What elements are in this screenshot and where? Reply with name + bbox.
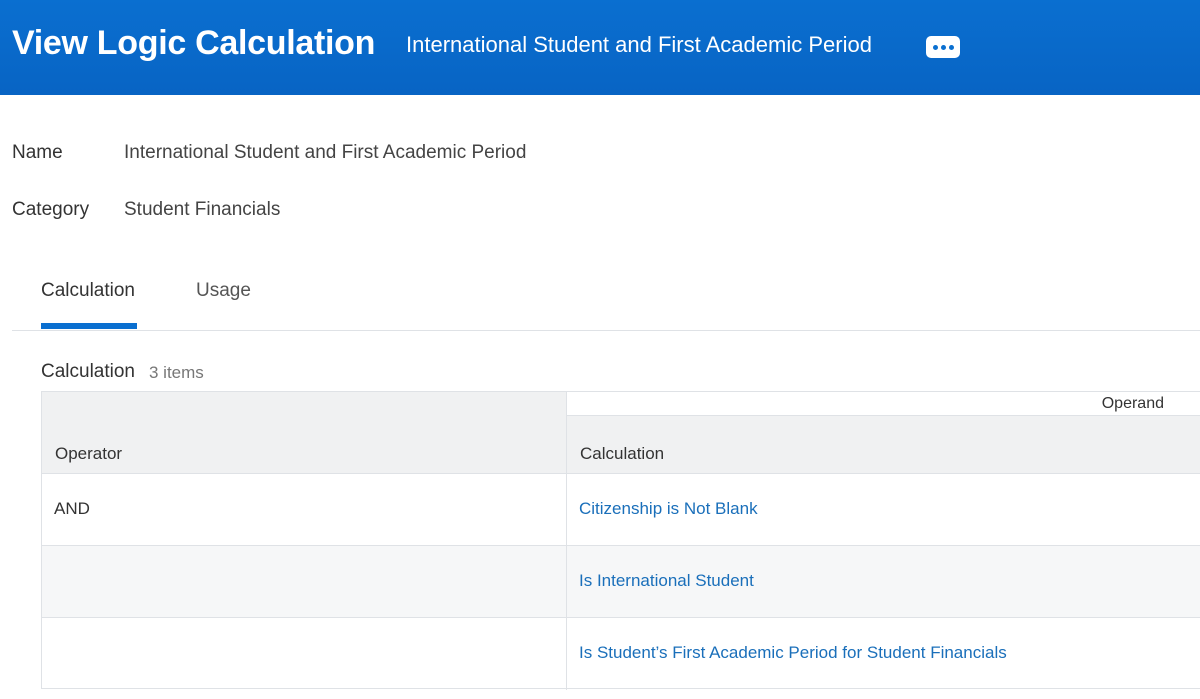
column-header-calculation-label: Calculation [580, 444, 665, 463]
operator-cell [42, 546, 567, 617]
table-row: AND Citizenship is Not Blank [42, 474, 1200, 546]
operator-cell [42, 618, 567, 690]
calculation-cell: Is Student’s First Academic Period for S… [567, 618, 1200, 690]
calculation-grid: Operator Operand Calculation AND Citizen… [41, 391, 1200, 690]
grid-item-count: 3 items [149, 363, 204, 382]
column-header-operator[interactable]: Operator [42, 392, 567, 474]
tab-usage[interactable]: Usage [196, 280, 251, 302]
tab-bar: Calculation Usage [12, 262, 1200, 331]
category-label: Category [12, 199, 90, 220]
grid-title: Calculation [41, 361, 135, 382]
page-header: View Logic Calculation International Stu… [0, 0, 1200, 95]
related-actions-button[interactable] [926, 36, 960, 58]
active-tab-indicator [41, 323, 137, 329]
operator-cell: AND [42, 474, 567, 545]
calculation-cell: Is International Student [567, 546, 1200, 617]
category-value: Student Financials [124, 199, 281, 220]
calculation-cell: Citizenship is Not Blank [567, 474, 1200, 545]
group-header-operand-label: Operand [1101, 395, 1164, 412]
group-header-operand: Operand [567, 392, 1200, 416]
more-horizontal-icon [932, 44, 938, 50]
calculation-link[interactable]: Citizenship is Not Blank [579, 499, 758, 519]
table-row: Is Student’s First Academic Period for S… [42, 618, 1200, 690]
page-subtitle: International Student and First Academic… [406, 32, 872, 57]
tab-calculation[interactable]: Calculation [41, 280, 135, 302]
page-title: View Logic Calculation [12, 24, 376, 62]
operator-value: AND [54, 499, 90, 518]
more-horizontal-icon-dot [940, 44, 946, 50]
column-header-operator-label: Operator [55, 444, 123, 463]
name-label: Name [12, 142, 63, 163]
table-row: Is International Student [42, 546, 1200, 618]
calculation-link[interactable]: Is International Student [579, 571, 754, 591]
calculation-link[interactable]: Is Student’s First Academic Period for S… [579, 643, 1007, 663]
more-horizontal-icon-dot [948, 44, 954, 50]
column-header-calculation[interactable]: Calculation [567, 416, 1200, 474]
name-value: International Student and First Academic… [124, 142, 527, 163]
